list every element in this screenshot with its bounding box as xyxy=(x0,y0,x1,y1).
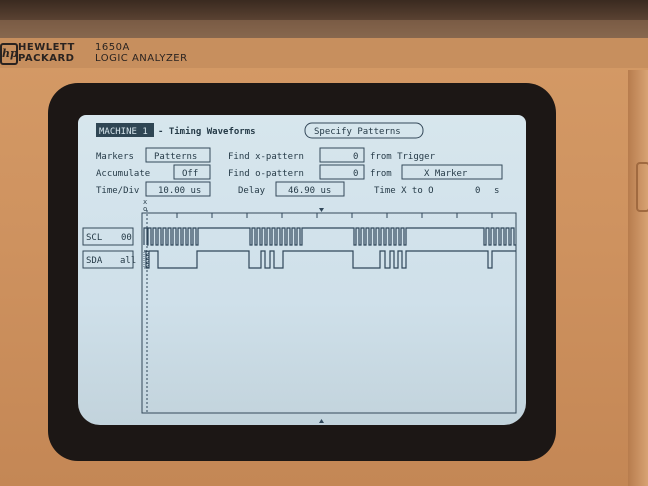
accumulate-label: Accumulate xyxy=(96,169,150,179)
brand-line-1: HEWLETT xyxy=(18,42,75,53)
crt-screen: MACHINE 1 - Timing Waveforms Specify Pat… xyxy=(78,115,526,425)
brand-line-2: PACKARD xyxy=(18,53,75,64)
case-slot xyxy=(0,0,648,20)
find-x-value: 0 xyxy=(353,152,358,162)
delay-value: 46.90 us xyxy=(288,186,331,196)
timediv-value: 10.00 us xyxy=(158,186,201,196)
accumulate-value: Off xyxy=(182,169,198,179)
machine-selector[interactable]: MACHINE 1 xyxy=(99,127,148,137)
trigger-top-icon xyxy=(319,208,324,212)
time-x-to-o-unit: s xyxy=(494,186,499,196)
find-o-from-value: X Marker xyxy=(424,169,468,179)
model-number: 1650A xyxy=(95,42,130,53)
channel-sda-name: SDA xyxy=(86,256,103,266)
find-o-label: Find o-pattern xyxy=(228,169,304,179)
time-x-to-o-value: 0 xyxy=(475,186,480,196)
delay-label: Delay xyxy=(238,186,266,196)
find-o-from-label: from xyxy=(370,169,392,179)
markers-value: Patterns xyxy=(154,152,197,162)
side-panel xyxy=(628,70,648,486)
markers-label: Markers xyxy=(96,152,134,162)
model-label: 1650A LOGIC ANALYZER xyxy=(95,42,188,64)
find-x-from: from Trigger xyxy=(370,152,436,162)
timing-waveform-display: MACHINE 1 - Timing Waveforms Specify Pat… xyxy=(82,122,517,423)
trigger-bottom-icon xyxy=(319,419,324,423)
channel-sda-value: all xyxy=(120,256,136,266)
channel-scl-value: 00 xyxy=(121,233,132,243)
time-ruler xyxy=(141,213,493,218)
scl-waveform xyxy=(143,227,516,246)
channel-scl-name: SCL xyxy=(86,233,102,243)
find-x-label: Find x-pattern xyxy=(228,152,304,162)
side-latch xyxy=(636,162,648,212)
find-o-value: 0 xyxy=(353,169,358,179)
top-bezel xyxy=(0,0,648,42)
timediv-label: Time/Div xyxy=(96,186,139,196)
brand-name: HEWLETT PACKARD xyxy=(18,42,75,64)
specify-patterns-label: Specify Patterns xyxy=(314,127,401,137)
screen-title: - Timing Waveforms xyxy=(158,126,256,137)
time-x-to-o-label: Time X to O xyxy=(374,186,434,196)
hp-logo-icon: hp xyxy=(0,43,18,65)
model-name: LOGIC ANALYZER xyxy=(95,53,188,64)
sda-waveform xyxy=(144,250,516,269)
